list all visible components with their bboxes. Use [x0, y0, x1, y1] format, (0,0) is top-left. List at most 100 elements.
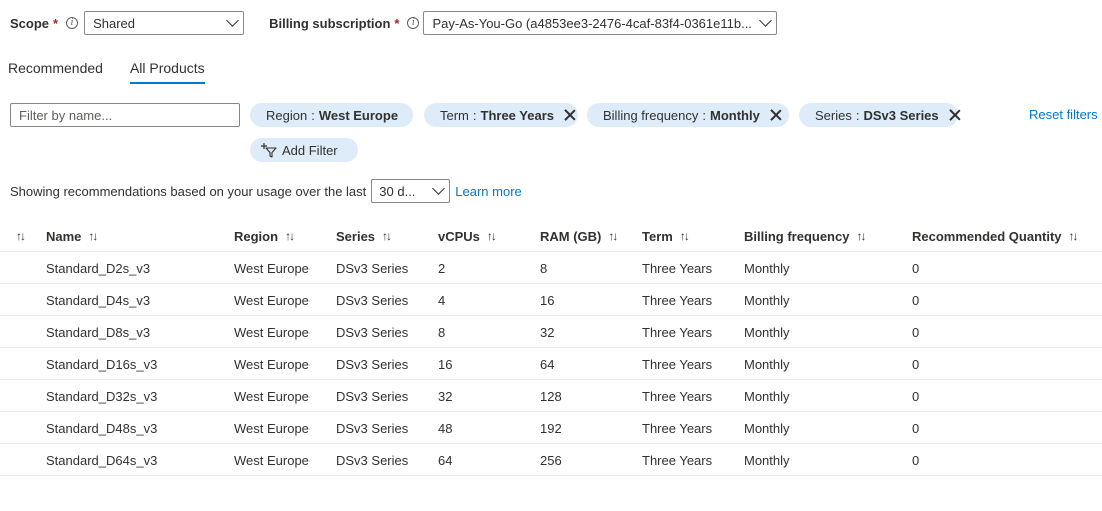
chevron-down-icon — [759, 14, 773, 27]
cell-series: DSv3 Series — [336, 324, 409, 340]
cell-recommended-quantity: 0 — [912, 356, 920, 372]
cell-term: Three Years — [642, 452, 713, 468]
column-header-billing-frequency[interactable]: Billing frequency ↑↓ — [744, 220, 866, 252]
filter-pill-key: Billing frequency — [603, 107, 699, 123]
cell-billing-frequency: Monthly — [744, 356, 790, 372]
cell-ram: 64 — [540, 356, 555, 372]
close-icon[interactable] — [770, 109, 779, 121]
add-filter-icon — [261, 143, 277, 158]
cell-vcpus: 64 — [438, 452, 453, 468]
cell-term: Three Years — [642, 420, 713, 436]
cell-series: DSv3 Series — [336, 388, 409, 404]
column-header-name[interactable]: Name ↑↓ — [46, 220, 98, 252]
cell-name: Standard_D32s_v3 — [46, 388, 158, 404]
usage-description: Showing recommendations based on your us… — [10, 183, 367, 199]
column-header-recommended-quantity[interactable]: Recommended Quantity ↑↓ — [912, 220, 1079, 252]
cell-name: Standard_D48s_v3 — [46, 420, 158, 436]
filter-pill-value: Three Years — [480, 107, 554, 123]
usage-period-value: 30 d... — [379, 183, 416, 199]
billing-subscription-dropdown[interactable]: Pay-As-You-Go (a4853ee3-2476-4caf-83f4-0… — [423, 11, 778, 35]
cell-series: DSv3 Series — [336, 260, 409, 276]
filter-pill-region[interactable]: Region: West Europe — [250, 103, 413, 127]
add-filter-label: Add Filter — [282, 142, 338, 158]
billing-subscription-value: Pay-As-You-Go (a4853ee3-2476-4caf-83f4-0… — [432, 15, 752, 31]
filter-pill-billing-frequency[interactable]: Billing frequency: Monthly — [587, 103, 789, 127]
cell-region: West Europe — [234, 452, 309, 468]
table-row[interactable]: Standard_D16s_v3 West Europe DSv3 Series… — [0, 348, 1102, 380]
usage-period-dropdown[interactable]: 30 d... — [371, 179, 451, 203]
cell-series: DSv3 Series — [336, 420, 409, 436]
cell-recommended-quantity: 0 — [912, 260, 920, 276]
cell-term: Three Years — [642, 388, 713, 404]
filter-by-name-input[interactable] — [10, 103, 240, 127]
cell-vcpus: 4 — [438, 292, 446, 308]
reset-filters-link[interactable]: Reset filters — [1029, 107, 1098, 122]
filter-pill-term[interactable]: Term: Three Years — [424, 103, 578, 127]
tab-recommended[interactable]: Recommended — [8, 60, 103, 84]
column-header-term[interactable]: Term ↑↓ — [642, 220, 690, 252]
table-row[interactable]: Standard_D48s_v3 West Europe DSv3 Series… — [0, 412, 1102, 444]
table-header: ↑↓ Name ↑↓ Region ↑↓ Series ↑↓ vCPUs ↑↓ RAM … — [0, 220, 1102, 252]
column-header-series[interactable]: Series ↑↓ — [336, 220, 392, 252]
scope-label: Scope * — [10, 15, 59, 31]
cell-vcpus: 8 — [438, 324, 446, 340]
cell-term: Three Years — [642, 292, 713, 308]
table-row[interactable]: Standard_D64s_v3 West Europe DSv3 Series… — [0, 444, 1102, 476]
cell-name: Standard_D4s_v3 — [46, 292, 151, 308]
top-settings-row: Scope * i Shared Billing subscription * i … — [10, 11, 778, 35]
table-row[interactable]: Standard_D8s_v3 West Europe DSv3 Series … — [0, 316, 1102, 348]
chevron-down-icon — [226, 14, 239, 27]
sort-icon: ↑↓ — [608, 229, 618, 243]
column-header-region[interactable]: Region ↑↓ — [234, 220, 295, 252]
scope-dropdown[interactable]: Shared — [84, 11, 245, 35]
cell-billing-frequency: Monthly — [744, 324, 790, 340]
cell-term: Three Years — [642, 324, 713, 340]
cell-region: West Europe — [234, 420, 309, 436]
cell-billing-frequency: Monthly — [744, 292, 790, 308]
sort-icon: ↑↓ — [285, 229, 295, 243]
filter-pill-key: Region — [266, 107, 308, 123]
cell-series: DSv3 Series — [336, 356, 409, 372]
table-row[interactable]: Standard_D2s_v3 West Europe DSv3 Series … — [0, 252, 1102, 284]
cell-recommended-quantity: 0 — [912, 324, 920, 340]
cell-term: Three Years — [642, 356, 713, 372]
sort-icon: ↑↓ — [16, 229, 26, 243]
cell-ram: 128 — [540, 388, 562, 404]
chevron-down-icon — [432, 182, 446, 195]
table-row[interactable]: Standard_D32s_v3 West Europe DSv3 Series… — [0, 380, 1102, 412]
cell-recommended-quantity: 0 — [912, 420, 920, 436]
cell-billing-frequency: Monthly — [744, 420, 790, 436]
info-icon[interactable]: i — [66, 17, 79, 29]
table-row[interactable]: Standard_D4s_v3 West Europe DSv3 Series … — [0, 284, 1102, 316]
add-filter-button[interactable]: Add Filter — [250, 138, 358, 162]
filter-pill-value: DSv3 Series — [863, 107, 939, 123]
sort-icon: ↑↓ — [679, 229, 690, 243]
column-header-ram[interactable]: RAM (GB) ↑↓ — [540, 220, 618, 252]
select-all-sort[interactable]: ↑↓ — [16, 220, 26, 252]
cell-name: Standard_D8s_v3 — [46, 324, 151, 340]
cell-region: West Europe — [234, 388, 309, 404]
required-marker: * — [53, 15, 59, 31]
cell-ram: 192 — [540, 420, 562, 436]
cell-vcpus: 48 — [438, 420, 453, 436]
sort-icon: ↑↓ — [856, 229, 866, 243]
cell-billing-frequency: Monthly — [744, 260, 790, 276]
column-header-vcpus[interactable]: vCPUs ↑↓ — [438, 220, 497, 252]
filter-pill-key: Series — [815, 107, 852, 123]
tab-all-products[interactable]: All Products — [129, 60, 205, 84]
cell-ram: 256 — [540, 452, 562, 468]
cell-series: DSv3 Series — [336, 292, 409, 308]
info-icon[interactable]: i — [407, 17, 420, 29]
column-header-label: Term — [642, 228, 673, 244]
billing-subscription-label: Billing subscription * — [269, 15, 400, 31]
close-icon[interactable] — [564, 109, 568, 121]
cell-region: West Europe — [234, 324, 309, 340]
sort-icon: ↑↓ — [88, 229, 98, 243]
cell-recommended-quantity: 0 — [912, 452, 920, 468]
cell-region: West Europe — [234, 260, 309, 276]
column-header-label: RAM (GB) — [540, 228, 602, 244]
filter-pill-series[interactable]: Series: DSv3 Series — [799, 103, 958, 127]
cell-vcpus: 16 — [438, 356, 453, 372]
learn-more-link[interactable]: Learn more — [455, 184, 521, 199]
cell-recommended-quantity: 0 — [912, 292, 920, 308]
